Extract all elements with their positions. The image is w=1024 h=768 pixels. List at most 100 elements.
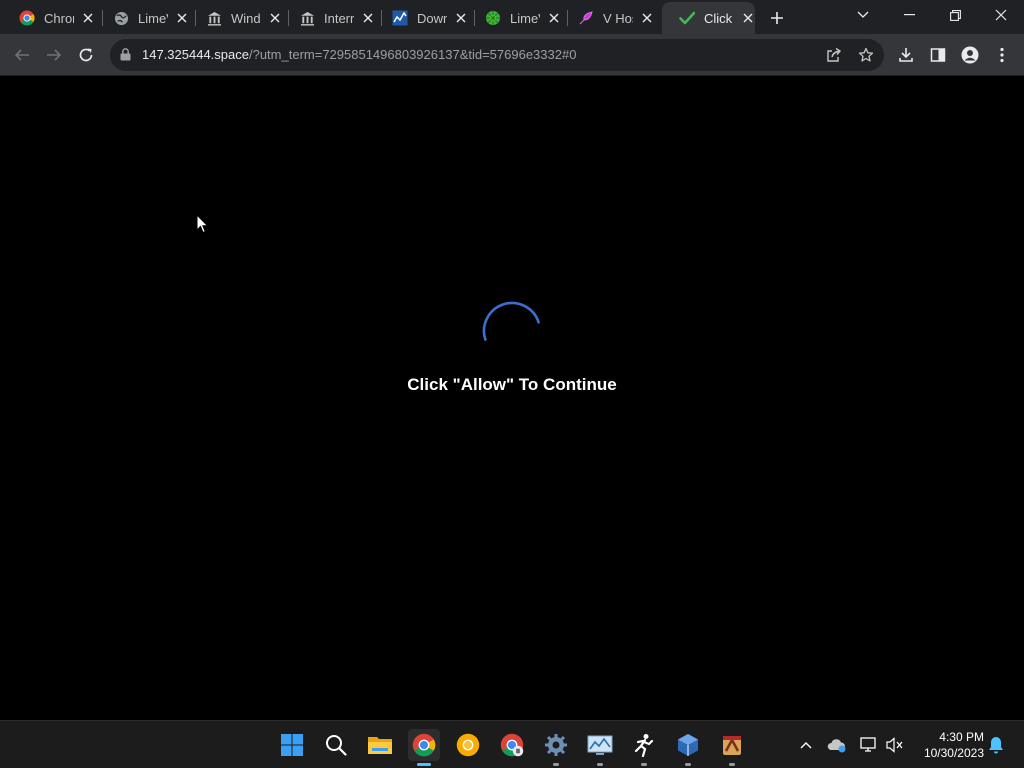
running-indicator	[417, 763, 431, 766]
tab-download[interactable]: Down	[375, 2, 468, 34]
chrome-dev-button[interactable]	[496, 729, 528, 761]
browser-toolbar: 147.325444.space/?utm_term=7295851496803…	[0, 34, 1024, 76]
screen: Chror LimeV Windo Interr	[0, 0, 1024, 768]
runner-app-button[interactable]	[628, 729, 660, 766]
cloud-icon	[827, 739, 846, 753]
virtualbox-icon	[678, 734, 698, 756]
close-window-button[interactable]	[989, 5, 1013, 25]
close-icon	[995, 9, 1007, 21]
chrome-canary-button[interactable]	[452, 729, 484, 761]
tab-title: LimeV	[510, 10, 540, 26]
chrome-icon	[412, 733, 436, 757]
chart-icon	[392, 10, 408, 26]
show-hidden-icons-button[interactable]	[796, 736, 816, 754]
runner-icon	[634, 734, 654, 757]
plus-icon	[771, 12, 783, 24]
start-icon	[281, 734, 303, 756]
settings-icon	[545, 734, 567, 756]
feather-icon	[578, 10, 594, 26]
address-bar[interactable]: 147.325444.space/?utm_term=7295851496803…	[110, 39, 884, 71]
kebab-menu-icon	[1000, 47, 1004, 63]
minimize-icon	[903, 14, 915, 16]
network-icon	[860, 737, 876, 752]
profile-icon	[961, 46, 979, 64]
taskbar-search-button[interactable]	[320, 729, 352, 761]
downloads-button[interactable]	[894, 43, 918, 67]
star-icon	[858, 47, 874, 62]
loading-spinner	[482, 301, 540, 341]
volume-muted-icon	[886, 737, 903, 753]
chrome-dev-icon	[500, 733, 524, 757]
chrome-icon	[19, 10, 35, 26]
url-text[interactable]: 147.325444.space/?utm_term=7295851496803…	[142, 47, 576, 62]
bookmark-button[interactable]	[856, 45, 876, 65]
tab-title: LimeV	[138, 10, 168, 26]
virtualbox-button[interactable]	[672, 729, 704, 766]
profile-button[interactable]	[958, 43, 982, 67]
reload-button[interactable]	[74, 43, 98, 67]
close-icon[interactable]	[454, 10, 468, 26]
new-tab-button[interactable]	[766, 7, 788, 29]
notifications-button[interactable]	[986, 736, 1006, 754]
tab-title: V Hos	[603, 10, 633, 26]
volume-tray-button[interactable]	[885, 736, 905, 754]
chevron-down-icon	[857, 11, 869, 18]
close-icon[interactable]	[640, 10, 654, 26]
chrome-canary-icon	[456, 733, 480, 757]
tab-click[interactable]: Click	[662, 2, 755, 34]
url-path: /?utm_term=7295851496803926137&tid=57696…	[248, 47, 577, 62]
forward-button[interactable]	[42, 43, 66, 67]
arrow-right-icon	[47, 49, 62, 61]
close-icon[interactable]	[81, 10, 95, 26]
limewire-icon	[485, 10, 501, 26]
clock-time: 4:30 PM	[939, 730, 984, 744]
restore-icon	[949, 9, 961, 21]
tab-limewire-1[interactable]: LimeV	[96, 2, 189, 34]
running-indicator	[597, 763, 603, 766]
url-host: 147.325444.space	[142, 47, 249, 62]
reload-icon	[79, 48, 93, 62]
tab-strip: Chror LimeV Windo Interr	[0, 0, 1024, 34]
bell-icon	[989, 737, 1003, 754]
download-icon	[899, 48, 913, 62]
running-indicator	[729, 763, 735, 766]
tab-internet[interactable]: Interr	[282, 2, 375, 34]
tab-title: Interr	[324, 10, 354, 26]
bank-icon	[206, 10, 222, 26]
side-panel-button[interactable]	[926, 43, 950, 67]
menu-button[interactable]	[990, 43, 1014, 67]
side-panel-icon	[930, 48, 946, 62]
taskbar: 4:30 PM 10/30/2023	[0, 720, 1024, 768]
close-icon[interactable]	[268, 10, 282, 26]
close-icon[interactable]	[361, 10, 375, 26]
app-button[interactable]	[716, 729, 748, 766]
close-icon[interactable]	[547, 10, 561, 26]
share-button[interactable]	[824, 45, 844, 65]
checkmark-icon	[679, 10, 695, 26]
share-icon	[827, 47, 842, 62]
close-icon[interactable]	[741, 10, 755, 26]
lock-icon[interactable]	[120, 48, 131, 66]
tab-title: Windo	[231, 10, 261, 26]
restore-button[interactable]	[943, 5, 967, 25]
network-tray-button[interactable]	[859, 736, 879, 754]
minimize-button[interactable]	[897, 5, 921, 25]
start-button[interactable]	[276, 729, 308, 761]
bank-icon	[299, 10, 315, 26]
clock[interactable]: 4:30 PM 10/30/2023	[914, 729, 984, 761]
settings-button[interactable]	[540, 729, 572, 766]
monitor-button[interactable]	[584, 729, 616, 766]
tab-title: Click	[704, 10, 733, 26]
file-explorer-button[interactable]	[364, 729, 396, 761]
close-icon[interactable]	[175, 10, 189, 26]
chevron-up-icon	[800, 742, 812, 749]
tab-chrome[interactable]: Chror	[2, 2, 95, 34]
back-button[interactable]	[10, 43, 34, 67]
tab-v-host[interactable]: V Hos	[561, 2, 654, 34]
arrow-left-icon	[14, 49, 29, 61]
tab-windows[interactable]: Windo	[189, 2, 282, 34]
chrome-taskbar-button[interactable]	[408, 729, 440, 766]
tab-search-button[interactable]	[851, 5, 875, 25]
onedrive-tray-button[interactable]	[827, 736, 847, 754]
tab-limewire-2[interactable]: LimeV	[468, 2, 561, 34]
